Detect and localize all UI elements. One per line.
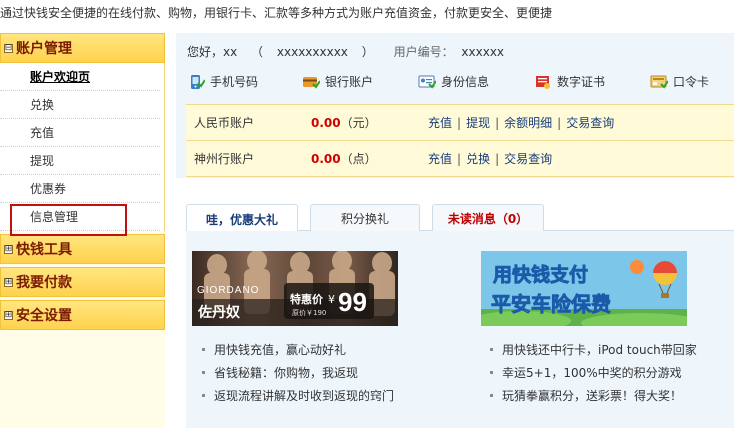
- balance-unit: （元）: [340, 116, 377, 130]
- banner-brand: GIORDANO: [197, 285, 259, 296]
- user-id-label: 用户编号：: [393, 45, 454, 59]
- quick-link-label: 数字证书: [557, 75, 606, 89]
- sidebar-section-label: 快钱工具: [16, 242, 72, 258]
- balance-amount: 0.00: [311, 116, 341, 130]
- quick-link-label: 手机号码: [210, 75, 259, 89]
- transaction-query-link[interactable]: 交易查询: [504, 152, 552, 166]
- quick-link-token-card[interactable]: 口令卡: [650, 73, 709, 90]
- quick-link-bank-account[interactable]: 银行账户: [302, 73, 373, 90]
- account-actions: 充值 | 兑换 | 交易查询: [428, 152, 553, 166]
- sidebar-sub-list: 账户欢迎页 兑换 充值 提现 优惠券 信息管理: [0, 63, 165, 236]
- account-table: 人民币账户 0.00（元） 充值 | 提现 | 余额明细 | 交易查询 神州行账户 0.00…: [186, 104, 734, 177]
- sidebar-item-info-management[interactable]: 信息管理: [0, 203, 160, 236]
- greeting-paren-close: ）: [361, 45, 374, 59]
- greeting-hello: 您好，xx: [187, 45, 238, 59]
- quick-link-label: 口令卡: [673, 75, 710, 89]
- banner-price: 99: [338, 287, 367, 317]
- banner-currency: ¥: [328, 293, 335, 306]
- promo-link[interactable]: 省钱秘籍：你购物，我返现: [202, 361, 394, 384]
- quick-link-label: 身份信息: [441, 75, 490, 89]
- transaction-query-link[interactable]: 交易查询: [566, 116, 614, 130]
- greeting-paren-open: （: [251, 45, 264, 59]
- main-content: 您好，xx （ xxxxxxxxxx ） 用户编号： xxxxxx 手机号码 银…: [176, 33, 734, 428]
- top-info-text: 通过快钱安全便捷的在线付款、购物，用银行卡、汇款等多种方式为账户充值资金，付款更…: [0, 6, 553, 20]
- expand-icon: ⊞: [4, 276, 13, 287]
- balance-unit: （点）: [340, 152, 377, 166]
- tab-gifts[interactable]: 哇，优惠大礼: [186, 204, 298, 233]
- recharge-link[interactable]: 充值: [428, 152, 452, 166]
- bank-card-icon: [303, 76, 320, 89]
- user-id-value: xxxxxx: [461, 45, 505, 59]
- promo-tabs: 哇，优惠大礼 积分换礼 未读消息（0）: [186, 203, 734, 233]
- promo-link[interactable]: 返现流程讲解及时收到返现的窍门: [202, 384, 394, 407]
- sidebar-item-exchange[interactable]: 兑换: [0, 91, 160, 119]
- quick-link-phone[interactable]: 手机号码: [187, 73, 258, 90]
- withdraw-link[interactable]: 提现: [466, 116, 490, 130]
- promo-list-left: 用快钱充值，赢心动好礼 省钱秘籍：你购物，我返现 返现流程讲解及时收到返现的窍门: [202, 338, 394, 407]
- id-card-icon: [418, 75, 436, 89]
- balance-amount: 0.00: [311, 152, 341, 166]
- promo-list-right: 用快钱还中行卡，iPod touch带回家 幸运5+1，100%中奖的积分游戏 …: [490, 338, 697, 407]
- certificate-icon: [536, 75, 550, 89]
- expand-icon: ⊞: [4, 243, 13, 254]
- promo-link[interactable]: 用快钱充值，赢心动好礼: [202, 338, 394, 361]
- greeting: 您好，xx （ xxxxxxxxxx ） 用户编号： xxxxxx: [187, 43, 514, 60]
- sidebar-item-welcome[interactable]: 账户欢迎页: [0, 63, 160, 91]
- banner-headline-1: 用快钱支付: [493, 263, 588, 286]
- account-row-rmb: 人民币账户 0.00（元） 充值 | 提现 | 余额明细 | 交易查询: [186, 105, 734, 141]
- quick-link-identity[interactable]: 身份信息: [418, 73, 489, 90]
- promo-link[interactable]: 玩猜拳赢积分，送彩票！得大奖！: [490, 384, 697, 407]
- sidebar-section-label: 安全设置: [16, 308, 72, 324]
- promo-link[interactable]: 用快钱还中行卡，iPod touch带回家: [490, 338, 697, 361]
- sidebar-item-withdraw[interactable]: 提现: [0, 147, 160, 175]
- banner-illustration: 用快钱支付 平安车险保费: [481, 251, 687, 326]
- tab-points-exchange[interactable]: 积分换礼: [310, 204, 420, 232]
- phone-icon: [191, 74, 205, 89]
- sidebar-section-label: 账户管理: [16, 41, 72, 57]
- top-info-bar: 通过快钱安全便捷的在线付款、购物，用银行卡、汇款等多种方式为账户充值资金，付款更…: [0, 0, 734, 22]
- token-card-icon: [650, 75, 668, 89]
- quick-link-label: 银行账户: [325, 75, 374, 89]
- sidebar-item-coupons[interactable]: 优惠券: [0, 175, 160, 203]
- sidebar-item-recharge[interactable]: 充值: [0, 119, 160, 147]
- account-balance: 0.00（点）: [311, 150, 377, 167]
- account-actions: 充值 | 提现 | 余额明细 | 交易查询: [428, 116, 615, 130]
- banner-illustration: GIORDANO 佐丹奴 特惠价 ¥ 99 原价￥190: [192, 251, 398, 326]
- tab-unread-messages[interactable]: 未读消息（0）: [432, 204, 544, 232]
- banner-promo-label: 特惠价: [290, 292, 324, 306]
- account-row-szx: 神州行账户 0.00（点） 充值 | 兑换 | 交易查询: [186, 141, 734, 177]
- banner-headline-2: 平安车险保费: [491, 292, 611, 316]
- sidebar-section-security[interactable]: ⊞ 安全设置: [0, 300, 165, 330]
- balance-detail-link[interactable]: 余额明细: [504, 116, 552, 130]
- recharge-link[interactable]: 充值: [428, 116, 452, 130]
- sidebar-section-label: 我要付款: [16, 275, 72, 291]
- banner-script: 佐丹奴: [197, 304, 240, 321]
- promo-link[interactable]: 幸运5+1，100%中奖的积分游戏: [490, 361, 697, 384]
- account-name-label: 神州行账户: [194, 152, 255, 166]
- exchange-link[interactable]: 兑换: [466, 152, 490, 166]
- account-name: xxxxxxxxxx: [276, 45, 348, 59]
- giordano-banner[interactable]: GIORDANO 佐丹奴 特惠价 ¥ 99 原价￥190: [192, 251, 398, 326]
- sidebar-section-tools[interactable]: ⊞ 快钱工具: [0, 234, 165, 264]
- account-name-label: 人民币账户: [194, 116, 255, 130]
- collapse-icon: ⊟: [4, 42, 13, 53]
- sidebar: ⊟ 账户管理 账户欢迎页 兑换 充值 提现 优惠券 信息管理 ⊞ 快钱工具 ⊞ …: [0, 33, 165, 428]
- banner-original-price: 原价￥190: [292, 309, 326, 317]
- sidebar-section-account[interactable]: ⊟ 账户管理: [0, 33, 165, 63]
- sidebar-section-payment[interactable]: ⊞ 我要付款: [0, 267, 165, 297]
- account-balance: 0.00（元）: [311, 114, 377, 131]
- quick-link-certificate[interactable]: 数字证书: [534, 73, 605, 90]
- expand-icon: ⊞: [4, 309, 13, 320]
- pingan-insurance-banner[interactable]: 用快钱支付 平安车险保费: [481, 251, 687, 326]
